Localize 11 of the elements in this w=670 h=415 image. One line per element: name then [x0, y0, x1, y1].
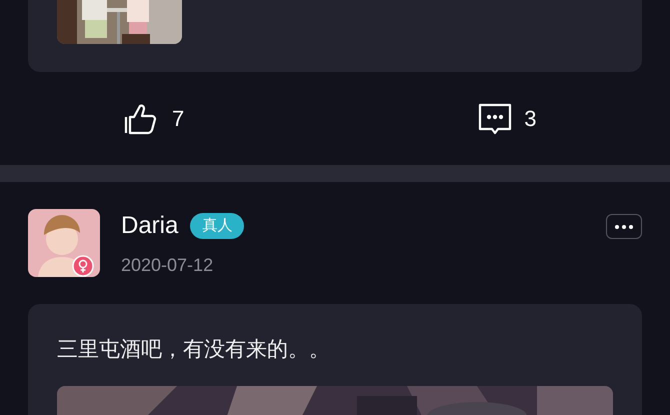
post-text: 三里屯酒吧，有没有来的。。: [57, 337, 331, 363]
like-button[interactable]: 7: [124, 102, 184, 135]
post-date: 2020-07-12: [121, 254, 214, 277]
more-button[interactable]: [606, 214, 642, 239]
female-icon: [72, 255, 94, 277]
verified-tag: 真人: [190, 213, 244, 239]
avatar[interactable]: [28, 209, 100, 277]
comment-button[interactable]: 3: [478, 102, 536, 135]
user-name[interactable]: Daria: [121, 208, 178, 244]
more-icon: [615, 224, 633, 228]
comment-icon: [478, 102, 512, 134]
